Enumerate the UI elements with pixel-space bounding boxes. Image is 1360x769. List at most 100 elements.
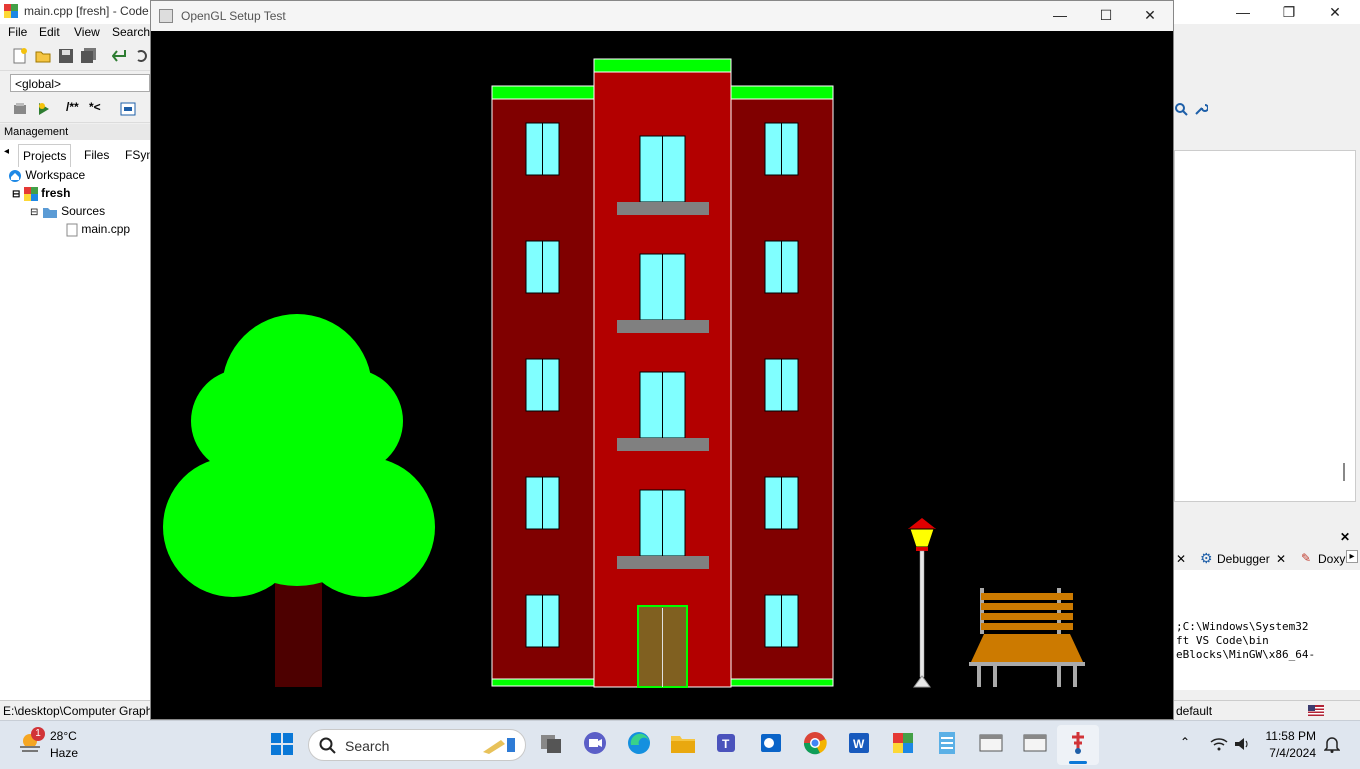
codeblocks-taskbar-icon[interactable]: [889, 729, 917, 757]
balcony: [617, 556, 709, 569]
svg-text:T: T: [722, 737, 730, 751]
right-toolbar: [1174, 96, 1360, 124]
wrench-icon[interactable]: [1194, 102, 1208, 116]
main-toolbar: [0, 42, 150, 71]
taskbar-search[interactable]: Search: [308, 729, 526, 761]
tree-folder-label: Sources: [61, 204, 106, 218]
bench: [969, 588, 1085, 687]
search-icon: [319, 737, 336, 754]
balcony: [617, 438, 709, 451]
workspace-icon: [9, 169, 21, 182]
tab-files[interactable]: Files: [80, 144, 113, 166]
teams-icon[interactable]: T: [713, 729, 741, 757]
active-app-highlight[interactable]: [1057, 725, 1099, 765]
volume-icon[interactable]: [1234, 737, 1252, 751]
tree-workspace[interactable]: Workspace: [8, 166, 85, 184]
tab-debugger[interactable]: Debugger: [1217, 552, 1270, 566]
menu-view[interactable]: View: [74, 25, 100, 39]
bench-leg: [1073, 666, 1077, 687]
close-tab-icon[interactable]: ✕: [1276, 552, 1286, 566]
codeblocks-app-icon: [4, 4, 18, 18]
ide-title: main.cpp [fresh] - Code: [24, 4, 149, 18]
lamp-cap: [908, 518, 936, 529]
collapse-icon[interactable]: ⊟: [12, 189, 20, 200]
ide-minimize-button[interactable]: —: [1220, 0, 1266, 24]
chrome-icon[interactable]: [801, 729, 829, 757]
minimize-icon: —: [1053, 7, 1067, 23]
save-icon[interactable]: [58, 48, 74, 64]
ide-restore-button[interactable]: ❐: [1266, 0, 1312, 24]
tree-project[interactable]: ⊟ fresh: [12, 184, 70, 202]
ide-close-button[interactable]: ✕: [1312, 0, 1358, 24]
balcony: [617, 320, 709, 333]
minimize-icon: —: [1236, 4, 1250, 20]
editor-scrollbar[interactable]: [1343, 463, 1345, 481]
jump-icon[interactable]: [120, 101, 136, 117]
gl-title-bar[interactable]: OpenGL Setup Test — ☐ ✕: [151, 1, 1173, 31]
gl-minimize-button[interactable]: —: [1037, 3, 1083, 27]
gl-close-button[interactable]: ✕: [1127, 3, 1173, 27]
word-icon[interactable]: W: [845, 729, 873, 757]
task-view-icon[interactable]: [537, 729, 565, 757]
menu-search[interactable]: Search: [112, 25, 150, 39]
clock-time[interactable]: 11:58 PM: [1266, 729, 1316, 743]
management-panel: Management ◂ Projects Files FSym Workspa…: [0, 124, 156, 700]
tree-folder[interactable]: ⊟ Sources: [30, 202, 105, 220]
doc-inline-button[interactable]: *<: [89, 100, 101, 114]
build-run-icon[interactable]: [36, 101, 52, 117]
meet-chat-icon[interactable]: [581, 729, 609, 757]
weather-badge: 1: [31, 727, 45, 741]
weather-widget[interactable]: 1: [18, 727, 45, 755]
window-app-icon[interactable]: [977, 729, 1005, 757]
menu-edit[interactable]: Edit: [39, 25, 60, 39]
tree-file-label: main.cpp: [81, 222, 131, 236]
scope-selector[interactable]: <global>: [10, 74, 150, 92]
maximize-icon: ☐: [1099, 6, 1113, 23]
bench-slat: [981, 623, 1073, 630]
notification-bell-icon[interactable]: [1324, 735, 1340, 753]
open-folder-icon[interactable]: [35, 48, 51, 64]
window-app-icon: [159, 9, 173, 23]
save-all-icon[interactable]: [81, 48, 97, 64]
outlook-icon[interactable]: [757, 729, 785, 757]
lamp-light: [909, 528, 935, 548]
tab-scroll-left-icon[interactable]: ◂: [4, 146, 9, 157]
gl-window-title: OpenGL Setup Test: [181, 9, 286, 23]
notepad-icon[interactable]: [933, 729, 961, 757]
close-logs-icon[interactable]: ✕: [1340, 530, 1350, 544]
doc-block-button[interactable]: /**: [66, 100, 79, 114]
tab-projects[interactable]: Projects: [18, 144, 72, 167]
tree-file[interactable]: main.cpp: [66, 220, 130, 238]
chevron-up-icon[interactable]: ⌃: [1180, 735, 1190, 749]
lamp-pole: [919, 550, 925, 678]
editor-area[interactable]: [1174, 150, 1356, 502]
center-roof-trim: [593, 58, 732, 73]
tree-project-label: fresh: [41, 186, 71, 200]
menu-file[interactable]: File: [8, 25, 27, 39]
file-explorer-icon[interactable]: [669, 729, 697, 757]
undo-icon[interactable]: [112, 48, 128, 64]
windows-start-icon[interactable]: [271, 733, 293, 755]
window-app-icon[interactable]: [1021, 729, 1049, 757]
debugger-app-icon: [1072, 732, 1084, 754]
svg-text:W: W: [853, 737, 865, 751]
management-title: Management: [0, 124, 150, 140]
collapse-icon[interactable]: ⊟: [30, 207, 38, 218]
log-output: ;C:\Windows\System32 ft VS Code\bin eBlo…: [1174, 570, 1360, 690]
gl-maximize-button[interactable]: ☐: [1083, 3, 1129, 27]
clock-date[interactable]: 7/4/2024: [1269, 746, 1316, 760]
wifi-icon[interactable]: [1210, 737, 1228, 751]
tab-doxy[interactable]: Doxy: [1318, 552, 1345, 566]
opengl-canvas[interactable]: [151, 31, 1173, 719]
edge-browser-icon[interactable]: [625, 729, 653, 757]
bench-slat: [981, 593, 1073, 600]
entrance-door: [637, 605, 688, 688]
bench-leg: [977, 666, 981, 687]
close-tab-icon[interactable]: ✕: [1176, 552, 1186, 566]
left-wing-roof-trim: [491, 85, 595, 100]
new-file-icon[interactable]: [12, 48, 28, 64]
tab-scroll-right-icon[interactable]: ▸: [1346, 550, 1358, 563]
build-icon[interactable]: [12, 101, 28, 117]
zoom-icon[interactable]: [1174, 102, 1188, 116]
redo-icon[interactable]: [135, 48, 149, 64]
